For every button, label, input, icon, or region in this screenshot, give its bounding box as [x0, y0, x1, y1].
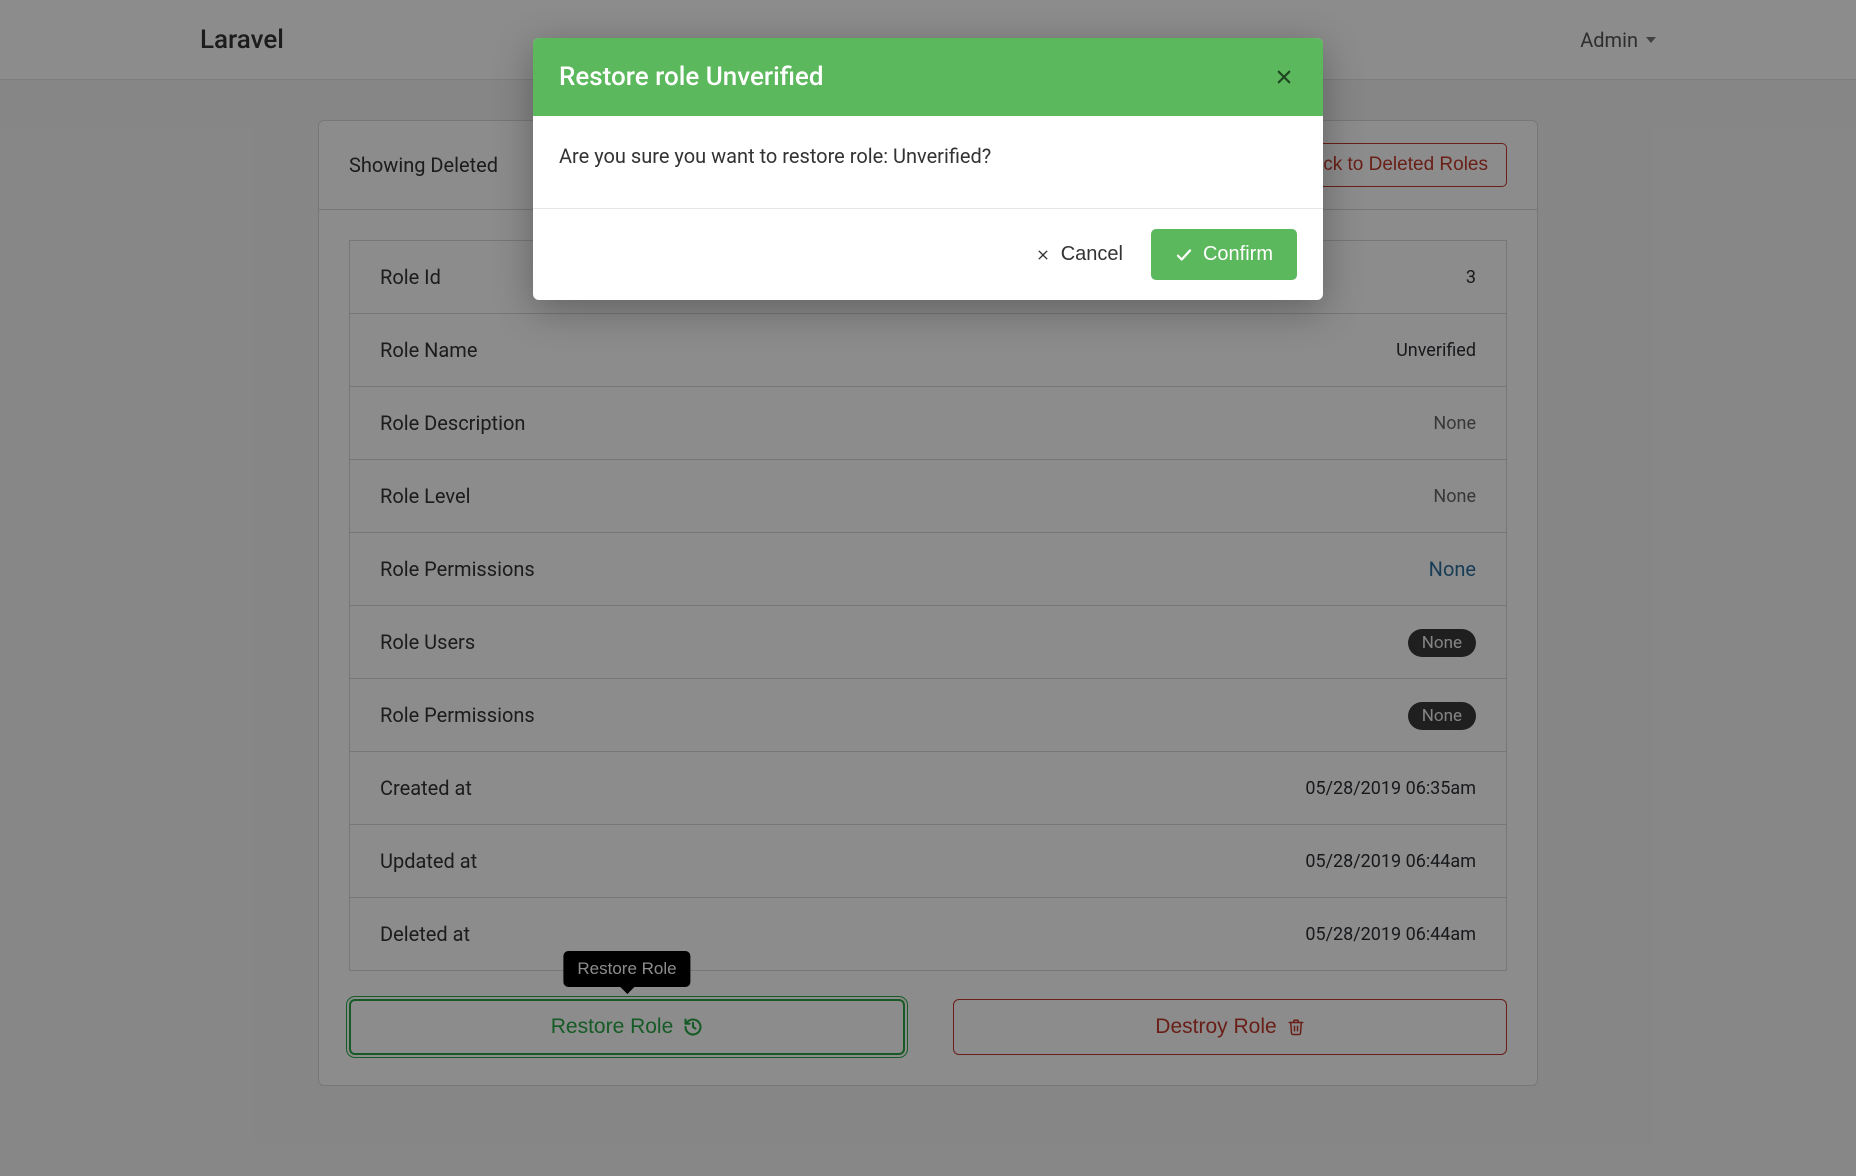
cancel-label: Cancel: [1061, 243, 1123, 266]
modal-body: Are you sure you want to restore role: U…: [533, 116, 1323, 208]
check-icon: [1175, 246, 1193, 264]
modal-close-button[interactable]: [1271, 64, 1297, 90]
cancel-icon: [1035, 247, 1051, 263]
cancel-button[interactable]: Cancel: [1035, 243, 1123, 266]
close-icon: [1275, 68, 1293, 86]
modal-header: Restore role Unverified: [533, 38, 1323, 116]
confirm-button[interactable]: Confirm: [1151, 229, 1297, 280]
modal-title: Restore role Unverified: [559, 62, 824, 92]
confirm-modal: Restore role Unverified Are you sure you…: [533, 38, 1323, 300]
modal-footer: Cancel Confirm: [533, 208, 1323, 300]
confirm-label: Confirm: [1203, 243, 1273, 266]
